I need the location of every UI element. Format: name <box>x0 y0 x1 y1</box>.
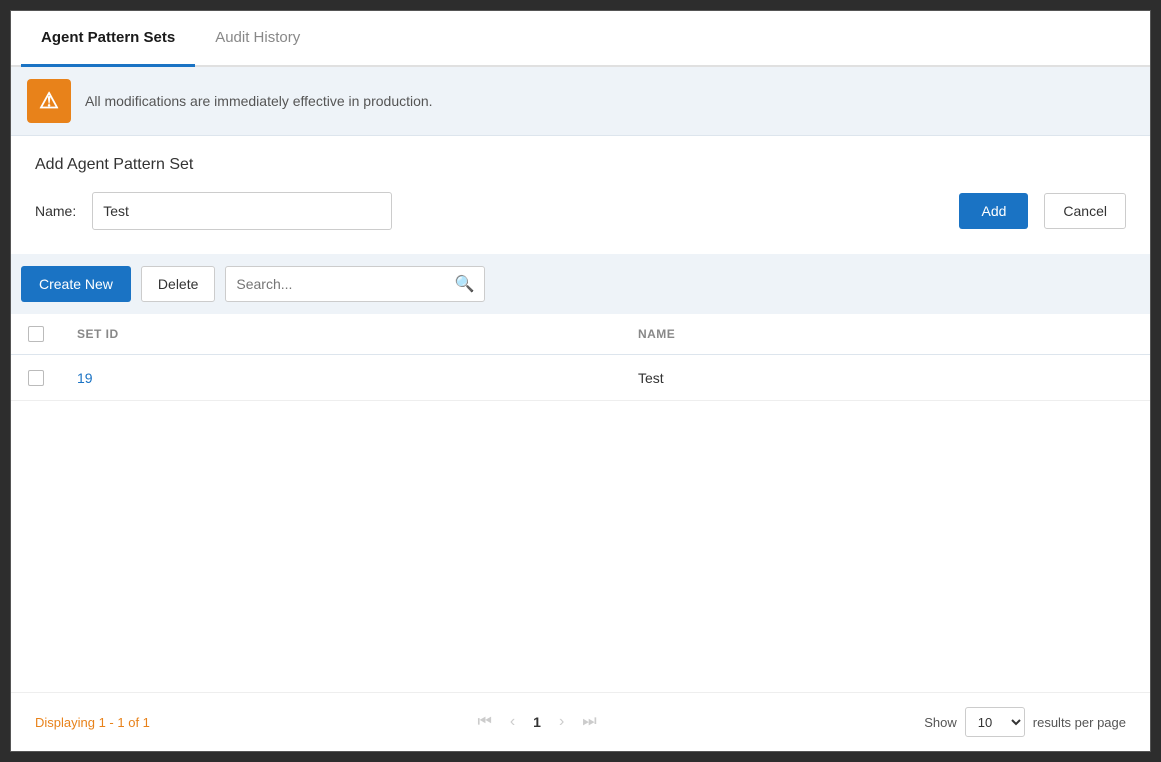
app-container: Agent Pattern Sets Audit History ⚠ All m… <box>10 10 1151 752</box>
search-icon: 🔍 <box>454 274 474 294</box>
header-checkbox[interactable] <box>28 326 44 342</box>
displaying-text: Displaying 1 - 1 of 1 <box>35 715 150 730</box>
add-form-row: Name: Add Cancel <box>35 192 1126 230</box>
create-new-button[interactable]: Create New <box>21 266 131 302</box>
row-checkbox[interactable] <box>28 370 44 386</box>
pagination: ⏮ ‹ 1 › ⏭ <box>471 712 602 732</box>
add-button[interactable]: Add <box>959 193 1028 229</box>
per-page-select[interactable]: 10 25 50 100 <box>965 707 1025 737</box>
next-page-button[interactable]: › <box>553 712 570 732</box>
results-per-page-label: results per page <box>1033 715 1126 730</box>
tabs-bar: Agent Pattern Sets Audit History <box>11 11 1150 67</box>
name-label: Name: <box>35 203 76 219</box>
set-id-link[interactable]: 19 <box>77 370 93 386</box>
name-input[interactable] <box>92 192 392 230</box>
search-input[interactable] <box>236 276 454 292</box>
warning-text: All modifications are immediately effect… <box>85 93 433 109</box>
delete-button[interactable]: Delete <box>141 266 215 302</box>
show-per-page: Show 10 25 50 100 results per page <box>924 707 1126 737</box>
cancel-button[interactable]: Cancel <box>1044 193 1126 229</box>
current-page: 1 <box>527 712 547 732</box>
tab-audit-history[interactable]: Audit History <box>195 11 320 67</box>
toolbar: Create New Delete 🔍 <box>11 254 1150 314</box>
col-set-id: SET ID <box>61 314 622 355</box>
tab-agent-pattern-sets[interactable]: Agent Pattern Sets <box>21 11 195 67</box>
add-section-title: Add Agent Pattern Set <box>35 156 1126 174</box>
col-checkbox <box>11 314 61 355</box>
row-set-id: 19 <box>61 355 622 401</box>
first-page-button[interactable]: ⏮ <box>471 712 497 732</box>
table-row: 19 Test <box>11 355 1150 401</box>
show-label: Show <box>924 715 957 730</box>
search-wrapper: 🔍 <box>225 266 485 302</box>
main-content: Add Agent Pattern Set Name: Add Cancel C… <box>11 136 1150 692</box>
warning-banner: ⚠ All modifications are immediately effe… <box>11 67 1150 136</box>
warning-icon-box: ⚠ <box>27 79 71 123</box>
col-name: NAME <box>622 314 1150 355</box>
row-checkbox-cell <box>11 355 61 401</box>
last-page-button[interactable]: ⏭ <box>576 712 602 732</box>
table-header-row: SET ID NAME <box>11 314 1150 355</box>
data-table: SET ID NAME 19 <box>11 314 1150 401</box>
footer: Displaying 1 - 1 of 1 ⏮ ‹ 1 › ⏭ Show 10 … <box>11 692 1150 751</box>
row-name: Test <box>622 355 1150 401</box>
table-container: SET ID NAME 19 <box>11 314 1150 672</box>
warning-icon: ⚠ <box>39 90 59 112</box>
prev-page-button[interactable]: ‹ <box>504 712 521 732</box>
